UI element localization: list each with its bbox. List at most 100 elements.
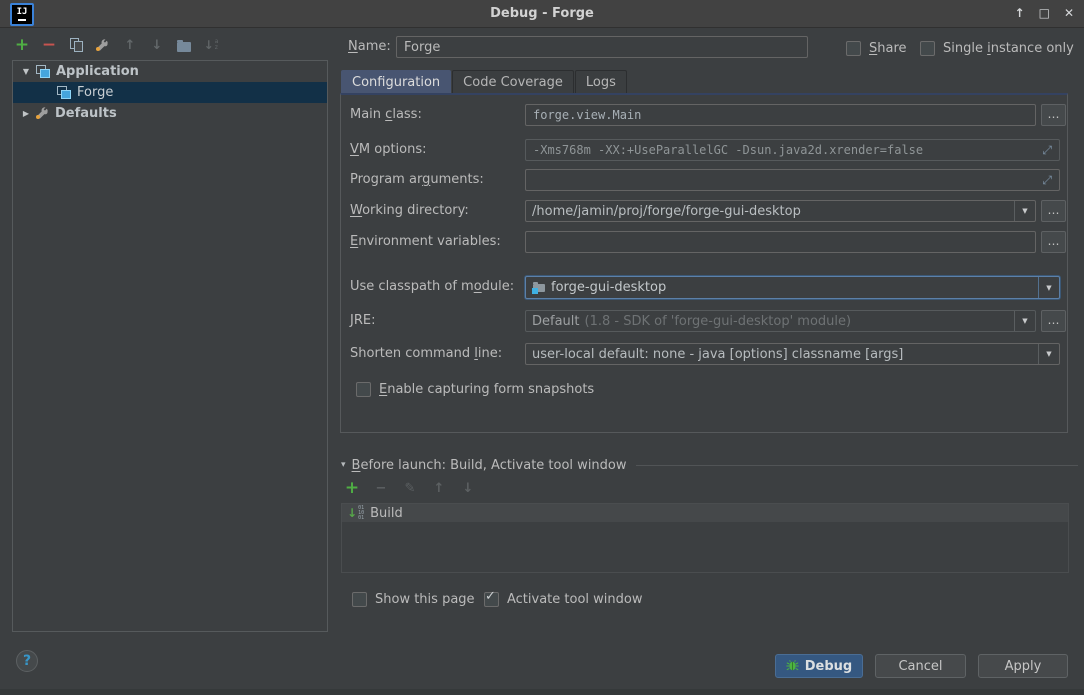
cancel-button-label: Cancel (898, 659, 942, 674)
application-icon (57, 86, 72, 99)
working-directory-combobox[interactable]: /home/jamin/proj/forge/forge-gui-desktop… (525, 200, 1036, 222)
jre-value: Default (1.8 - SDK of 'forge-gui-desktop… (526, 314, 1014, 329)
tree-item-application[interactable]: ▼ Application (13, 61, 327, 82)
move-task-up-icon[interactable]: ↑ (431, 480, 447, 496)
window-shade-icon[interactable]: ↑ (1015, 0, 1025, 27)
edit-task-icon[interactable]: ✎ (402, 480, 418, 496)
task-item-build-label: Build (370, 506, 403, 521)
section-divider (636, 465, 1078, 466)
shorten-command-line-value: user-local default: none - java [options… (526, 347, 1038, 362)
show-this-page-row: Show this page (352, 591, 475, 607)
defaults-wrench-icon (36, 106, 51, 121)
show-this-page-checkbox[interactable] (352, 592, 367, 607)
titlebar[interactable]: IJ Debug - Forge ↑ □ ✕ (0, 0, 1084, 28)
jre-combobox[interactable]: Default (1.8 - SDK of 'forge-gui-desktop… (525, 310, 1036, 332)
expand-field-icon[interactable]: ⤢ (1042, 174, 1052, 186)
environment-variables-label: Environment variables: (350, 231, 501, 253)
main-class-browse-button[interactable]: … (1041, 104, 1066, 126)
copy-configuration-icon[interactable] (68, 37, 84, 53)
share-checkbox-row: Share (846, 40, 907, 56)
shorten-command-line-combobox[interactable]: user-local default: none - java [options… (525, 343, 1060, 365)
module-icon (532, 282, 546, 294)
help-button[interactable]: ? (16, 650, 38, 672)
program-arguments-input[interactable]: ⤢ (525, 169, 1060, 191)
dropdown-arrow-icon[interactable]: ▼ (1014, 201, 1035, 221)
environment-variables-browse-button[interactable]: … (1041, 231, 1066, 253)
before-launch-title: Before launch: Build, Activate tool wind… (352, 458, 627, 473)
shorten-command-line-label: Shorten command line: (350, 343, 502, 365)
tree-item-application-label: Application (56, 64, 139, 79)
tab-logs[interactable]: Logs (575, 70, 627, 94)
task-item-build[interactable]: ↓ 011001 Build (342, 504, 1068, 522)
add-configuration-button[interactable]: + (14, 37, 30, 53)
jre-browse-button[interactable]: … (1041, 310, 1066, 332)
vm-options-input[interactable]: -Xms768m -XX:+UseParallelGC -Dsun.java2d… (525, 139, 1060, 161)
remove-configuration-button[interactable]: − (41, 37, 57, 53)
move-task-down-icon[interactable]: ↓ (460, 480, 476, 496)
name-input[interactable]: Forge (396, 36, 808, 58)
cancel-button[interactable]: Cancel (875, 654, 966, 678)
create-folder-icon[interactable] (176, 37, 192, 53)
vm-options-label: VM options: (350, 139, 427, 161)
apply-button[interactable]: Apply (978, 654, 1068, 678)
collapsed-triangle-icon[interactable]: ▶ (21, 109, 31, 118)
single-instance-checkbox-row: Single instance only (920, 40, 1074, 56)
use-classpath-combobox[interactable]: forge-gui-desktop ▼ (525, 276, 1060, 299)
tab-code-coverage[interactable]: Code Coverage (452, 70, 574, 94)
single-instance-checkbox[interactable] (920, 41, 935, 56)
dropdown-arrow-icon[interactable]: ▼ (1038, 277, 1059, 298)
before-launch-task-list: ↓ 011001 Build (341, 503, 1069, 573)
enable-capturing-label: Enable capturing form snapshots (379, 382, 594, 397)
run-debug-configurations-dialog: IJ Debug - Forge ↑ □ ✕ + − ↑ ↓ ↓az ▼ (0, 0, 1084, 695)
activate-tool-window-row: ✓ Activate tool window (484, 591, 642, 607)
name-value: Forge (404, 40, 440, 55)
move-down-icon[interactable]: ↓ (149, 37, 165, 53)
tree-item-defaults[interactable]: ▶ Defaults (13, 103, 327, 124)
main-class-input[interactable]: forge.view.Main (525, 104, 1036, 126)
configuration-tabs: Configuration Code Coverage Logs (341, 71, 628, 94)
window-maximize-icon[interactable]: □ (1039, 0, 1050, 27)
enable-capturing-checkbox[interactable] (356, 382, 371, 397)
jre-label: JRE: (350, 310, 375, 332)
enable-capturing-row: Enable capturing form snapshots (356, 381, 594, 397)
program-arguments-label: Program arguments: (350, 169, 484, 191)
main-class-value: forge.view.Main (533, 108, 641, 122)
debug-button[interactable]: Debug (775, 654, 863, 678)
vm-options-value: -Xms768m -XX:+UseParallelGC -Dsun.java2d… (533, 143, 923, 157)
configuration-tab-panel: Main class: forge.view.Main … VM options… (340, 93, 1068, 433)
show-this-page-label: Show this page (375, 592, 475, 607)
sort-configurations-icon[interactable]: ↓az (203, 37, 219, 53)
build-icon: ↓ 011001 (347, 506, 364, 521)
working-directory-browse-button[interactable]: … (1041, 200, 1066, 222)
tab-configuration[interactable]: Configuration (341, 70, 451, 94)
application-icon (36, 65, 51, 78)
configurations-toolbar: + − ↑ ↓ ↓az (14, 34, 219, 56)
collapse-section-icon[interactable]: ▾ (341, 460, 346, 470)
before-launch-toolbar: + − ✎ ↑ ↓ (344, 479, 476, 497)
move-up-icon[interactable]: ↑ (122, 37, 138, 53)
share-label: Share (869, 41, 907, 56)
working-directory-label: Working directory: (350, 200, 469, 222)
share-checkbox[interactable] (846, 41, 861, 56)
before-launch-header[interactable]: ▾ Before launch: Build, Activate tool wi… (341, 457, 1078, 473)
apply-button-label: Apply (1005, 659, 1042, 674)
expanded-triangle-icon[interactable]: ▼ (21, 67, 31, 76)
configurations-tree: ▼ Application Forge ▶ Defaults (12, 60, 328, 632)
checkmark-icon: ✓ (485, 589, 496, 604)
remove-task-button[interactable]: − (373, 480, 389, 496)
window-close-icon[interactable]: ✕ (1064, 0, 1074, 27)
environment-variables-input[interactable] (525, 231, 1036, 253)
activate-tool-window-label: Activate tool window (507, 592, 642, 607)
window-title: Debug - Forge (0, 0, 1084, 27)
expand-field-icon[interactable]: ⤢ (1042, 144, 1052, 156)
tree-item-forge-label: Forge (77, 85, 113, 100)
single-instance-label: Single instance only (943, 41, 1074, 56)
tree-item-forge[interactable]: Forge (13, 82, 327, 103)
activate-tool-window-checkbox[interactable]: ✓ (484, 592, 499, 607)
debug-button-label: Debug (805, 659, 852, 674)
edit-defaults-icon[interactable] (95, 37, 111, 53)
dropdown-arrow-icon[interactable]: ▼ (1014, 311, 1035, 331)
dropdown-arrow-icon[interactable]: ▼ (1038, 344, 1059, 364)
working-directory-value: /home/jamin/proj/forge/forge-gui-desktop (526, 204, 1014, 219)
add-task-button[interactable]: + (344, 480, 360, 496)
